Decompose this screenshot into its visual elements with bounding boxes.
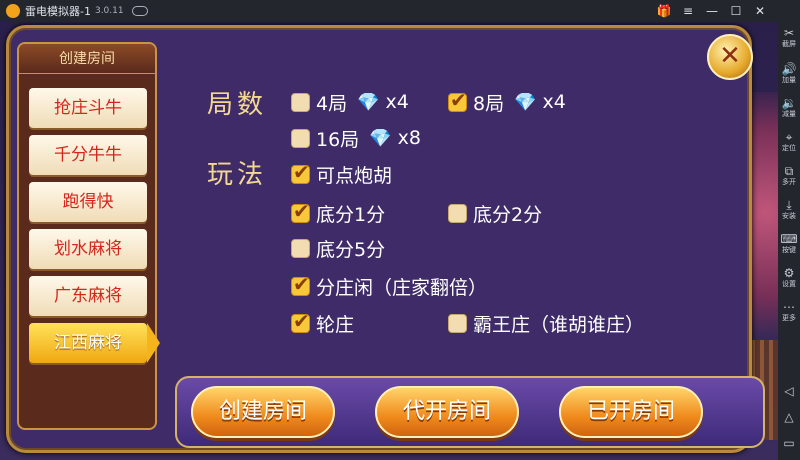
sidebar-item-label: 安装 bbox=[782, 212, 796, 220]
checkbox-checked[interactable] bbox=[291, 199, 310, 223]
more-icon: ⋯ bbox=[783, 300, 795, 314]
sidebar-item-label: 定位 bbox=[782, 144, 796, 152]
recent-apps-button[interactable]: ▭ bbox=[778, 436, 800, 450]
tab-paodekuai[interactable]: 跑得快 bbox=[29, 182, 147, 222]
diamond-cost: x4 bbox=[542, 91, 566, 113]
round-option-8[interactable]: 8局 💎 x4 bbox=[448, 88, 566, 115]
app-logo-icon bbox=[6, 4, 20, 18]
sidebar-item-volume-up[interactable]: 🔊 加量 bbox=[778, 62, 800, 85]
scissors-icon: ✂ bbox=[783, 26, 795, 40]
rule-option-base-1[interactable]: 底分1分 bbox=[291, 199, 386, 226]
sidebar-item-label: 减量 bbox=[782, 110, 796, 118]
sidebar-item-location[interactable]: ⌖ 定位 bbox=[778, 130, 800, 153]
game-type-tab-column: 创建房间 抢庄斗牛 千分牛牛 跑得快 划水麻将 广东麻将 江西麻将 bbox=[17, 42, 160, 430]
window-title: 雷电模拟器-1 bbox=[25, 5, 91, 18]
keyboard-icon: ⌨ bbox=[780, 232, 798, 246]
sidebar-item-settings[interactable]: ⚙ 设置 bbox=[778, 266, 800, 289]
active-tab-arrow-icon bbox=[147, 323, 160, 363]
option-label: 轮庄 bbox=[316, 313, 355, 336]
tab-column-title: 创建房间 bbox=[19, 44, 155, 74]
back-button[interactable]: ◁ bbox=[778, 384, 800, 398]
checkbox[interactable] bbox=[448, 313, 467, 333]
close-dialog-button[interactable]: ✕ bbox=[707, 34, 753, 80]
sidebar-item-label: 更多 bbox=[782, 314, 796, 322]
option-label: 16局 bbox=[316, 128, 360, 151]
home-button[interactable]: △ bbox=[778, 410, 800, 424]
proxy-open-room-button[interactable]: 代开房间 bbox=[375, 386, 519, 438]
option-label: 底分5分 bbox=[316, 238, 386, 261]
checkbox-checked[interactable] bbox=[291, 272, 310, 296]
diamond-icon: 💎 bbox=[357, 91, 380, 113]
sidebar-item-keymap[interactable]: ⌨ 按键 bbox=[778, 232, 800, 255]
rounds-label: 局数 bbox=[207, 90, 268, 120]
tab-guangdong-majiang[interactable]: 广东麻将 bbox=[29, 276, 147, 316]
volume-up-icon: 🔊 bbox=[781, 62, 797, 76]
diamond-icon: 💎 bbox=[514, 91, 537, 113]
sidebar-item-label: 设置 bbox=[782, 280, 796, 288]
round-option-16[interactable]: 16局 💎 x8 bbox=[291, 125, 421, 151]
rules-label: 玩法 bbox=[207, 160, 268, 190]
option-label: 4局 bbox=[316, 92, 348, 115]
option-label: 霸王庄（谁胡谁庄） bbox=[473, 313, 645, 336]
multi-window-icon: ⧉ bbox=[784, 164, 794, 178]
opened-rooms-button[interactable]: 已开房间 bbox=[559, 386, 703, 438]
sidebar-item-label: 按键 bbox=[782, 246, 796, 254]
emulator-sidebar: ✂ 截屏 🔊 加量 🔉 减量 ⌖ 定位 ⧉ 多开 ⤓ 安装 ⌨ 按键 ⚙ 设置 … bbox=[778, 0, 800, 460]
round-option-4[interactable]: 4局 💎 x4 bbox=[291, 89, 409, 115]
minimize-button[interactable]: — bbox=[700, 0, 724, 22]
tab-qianfen-niuniu[interactable]: 千分牛牛 bbox=[29, 135, 147, 175]
tab-jiangxi-majiang[interactable]: 江西麻将 bbox=[29, 323, 160, 363]
option-label: 底分2分 bbox=[473, 203, 543, 226]
create-room-dialog: 创建房间 抢庄斗牛 千分牛牛 跑得快 划水麻将 广东麻将 江西麻将 ✕ 局数 4… bbox=[6, 25, 765, 453]
option-label: 底分1分 bbox=[316, 203, 386, 226]
rule-option-bawang-dealer[interactable]: 霸王庄（谁胡谁庄） bbox=[448, 310, 644, 336]
rule-option-split-dealer[interactable]: 分庄闲（庄家翻倍） bbox=[291, 272, 488, 299]
gamepad-icon[interactable] bbox=[131, 6, 148, 16]
game-viewport: 创建房间 抢庄斗牛 千分牛牛 跑得快 划水麻将 广东麻将 江西麻将 ✕ 局数 4… bbox=[0, 22, 778, 460]
sidebar-item-label: 加量 bbox=[782, 76, 796, 84]
emulator-title-bar: 雷电模拟器-1 3.0.11 🎁 ≡ — ☐ ✕ bbox=[0, 0, 800, 22]
create-room-button[interactable]: 创建房间 bbox=[191, 386, 335, 438]
tab-huashui-majiang[interactable]: 划水麻将 bbox=[29, 229, 147, 269]
rule-option-dianpaohu[interactable]: 可点炮胡 bbox=[291, 160, 393, 187]
checkbox[interactable] bbox=[291, 92, 310, 112]
option-label: 可点炮胡 bbox=[316, 164, 393, 187]
install-icon: ⤓ bbox=[786, 198, 792, 212]
checkbox[interactable] bbox=[448, 203, 467, 223]
checkbox-checked[interactable] bbox=[448, 88, 467, 112]
sidebar-item-install[interactable]: ⤓ 安装 bbox=[778, 198, 800, 221]
sidebar-item-label: 截屏 bbox=[782, 40, 796, 48]
diamond-cost: x8 bbox=[397, 127, 421, 149]
diamond-cost: x4 bbox=[385, 91, 409, 113]
checkbox[interactable] bbox=[291, 238, 310, 258]
rule-option-base-2[interactable]: 底分2分 bbox=[448, 200, 542, 226]
home-icon: △ bbox=[784, 410, 794, 424]
rule-option-rotate-dealer[interactable]: 轮庄 bbox=[291, 309, 355, 336]
gear-icon: ⚙ bbox=[783, 266, 795, 280]
sidebar-item-label: 多开 bbox=[782, 178, 796, 186]
recent-apps-icon: ▭ bbox=[783, 436, 795, 450]
sidebar-item-volume-down[interactable]: 🔉 减量 bbox=[778, 96, 800, 119]
version-label: 3.0.11 bbox=[94, 6, 124, 16]
option-label: 分庄闲（庄家翻倍） bbox=[316, 276, 488, 299]
back-icon: ◁ bbox=[784, 384, 794, 398]
close-window-button[interactable]: ✕ bbox=[748, 0, 772, 22]
location-pin-icon: ⌖ bbox=[785, 130, 793, 144]
sidebar-item-more[interactable]: ⋯ 更多 bbox=[778, 300, 800, 323]
rule-option-base-5[interactable]: 底分5分 bbox=[291, 235, 385, 261]
option-label: 8局 bbox=[473, 92, 505, 115]
maximize-button[interactable]: ☐ bbox=[724, 0, 748, 22]
checkbox-checked[interactable] bbox=[291, 309, 310, 333]
sidebar-item-multi-open[interactable]: ⧉ 多开 bbox=[778, 164, 800, 187]
gift-icon[interactable]: 🎁 bbox=[652, 0, 676, 22]
checkbox[interactable] bbox=[291, 128, 310, 148]
checkbox-checked[interactable] bbox=[291, 160, 310, 184]
tab-qiangzhuang-douniu[interactable]: 抢庄斗牛 bbox=[29, 88, 147, 128]
menu-button[interactable]: ≡ bbox=[676, 0, 700, 22]
sidebar-item-screenshot[interactable]: ✂ 截屏 bbox=[778, 26, 800, 49]
tab-label: 江西麻将 bbox=[54, 333, 122, 353]
diamond-icon: 💎 bbox=[369, 127, 392, 149]
action-bar: 创建房间 代开房间 已开房间 bbox=[175, 376, 765, 448]
volume-down-icon: 🔉 bbox=[781, 96, 797, 110]
